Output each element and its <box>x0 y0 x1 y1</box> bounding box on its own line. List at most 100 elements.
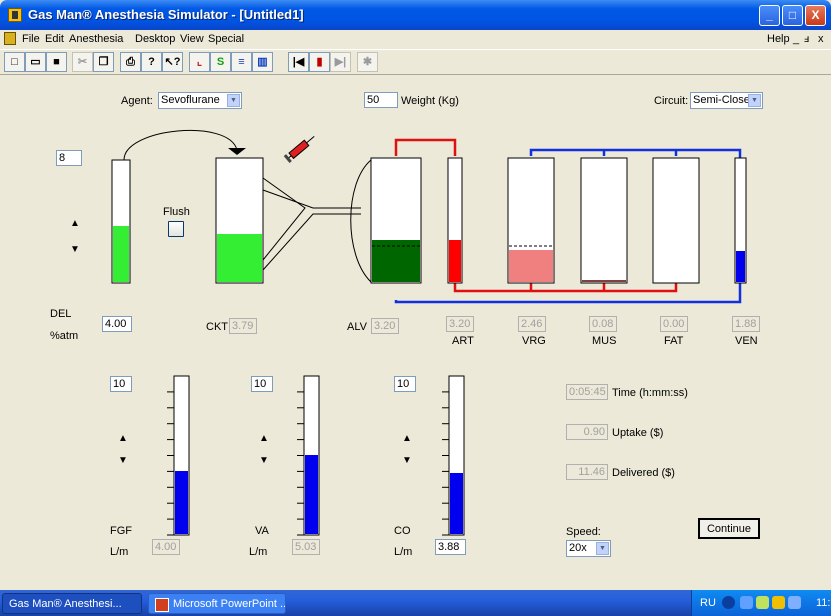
context-help-icon[interactable]: ↖? <box>162 52 183 72</box>
simulator-panel: Agent: Sevoflurane ▼ 50 Weight (Kg) Circ… <box>4 78 827 585</box>
del-label: DEL <box>50 308 72 320</box>
co-label: CO <box>394 525 411 537</box>
co-fill <box>450 473 463 534</box>
mdi-close-button[interactable]: x <box>818 33 824 45</box>
tray-app-icon[interactable] <box>756 596 769 609</box>
ven-value: 1.88 <box>732 316 760 332</box>
co-down-arrow-icon[interactable]: ▼ <box>400 455 414 467</box>
delivered-label: Delivered ($) <box>612 467 675 479</box>
circuit-select[interactable]: Semi-Closed ▼ <box>690 92 763 109</box>
art-value: 3.20 <box>446 316 474 332</box>
va-unit-label: L/m <box>249 546 268 558</box>
flush-label: Flush <box>163 206 190 218</box>
title-bar[interactable]: Gas Man® Anesthesia Simulator - [Untitle… <box>0 0 831 30</box>
open-icon[interactable]: ▭ <box>25 52 46 72</box>
mdi-minimize-button[interactable]: _ <box>793 33 799 45</box>
toolbar: □ ▭ ■ ✂ ❐ ⎙ ? ↖? ⌞ S ≡ ▥ |◀ ▮ ▶| ✱ <box>0 49 831 75</box>
pause-icon[interactable]: ▮ <box>309 52 330 72</box>
step-icon[interactable]: ▶| <box>330 52 351 72</box>
alv-label: ALV <box>347 321 367 333</box>
maximize-button[interactable]: □ <box>782 5 803 26</box>
menu-edit[interactable]: Edit <box>45 33 64 45</box>
document-icon[interactable] <box>4 32 16 45</box>
chevron-down-icon: ▼ <box>596 542 609 555</box>
fgf-up-arrow-icon[interactable]: ▲ <box>116 433 130 445</box>
ckt-label: CKT <box>206 321 228 333</box>
vaporizer-down-arrow-icon[interactable]: ▼ <box>68 244 82 256</box>
agent-select[interactable]: Sevoflurane ▼ <box>158 92 242 109</box>
fgf-label: FGF <box>110 525 132 537</box>
vaporizer-up-arrow-icon[interactable]: ▲ <box>68 218 82 230</box>
fat-value: 0.00 <box>660 316 688 332</box>
menu-help[interactable]: Help <box>767 33 790 45</box>
rewind-icon[interactable]: |◀ <box>288 52 309 72</box>
art-label: ART <box>452 335 474 347</box>
about-icon[interactable]: ? <box>141 52 162 72</box>
mdi-restore-button[interactable]: ⅎ <box>804 33 809 45</box>
network-icon[interactable] <box>722 596 735 609</box>
speed-select[interactable]: 20x ▼ <box>566 540 611 557</box>
chevron-down-icon: ▼ <box>748 94 761 107</box>
hose-arrow-icon <box>228 148 246 155</box>
chevron-down-icon: ▼ <box>227 94 240 107</box>
fgf-unit-label: L/m <box>110 546 129 558</box>
vrg-fill <box>509 250 553 282</box>
summary-icon[interactable]: S <box>210 52 231 72</box>
monitor-icon[interactable] <box>788 596 801 609</box>
menu-special[interactable]: Special <box>208 33 244 45</box>
new-icon[interactable]: □ <box>4 52 25 72</box>
speed-label: Speed: <box>566 526 601 538</box>
task-gas-man[interactable]: Gas Man® Anesthesi... <box>2 593 142 614</box>
continue-button[interactable]: Continue <box>698 518 760 539</box>
window-title: Gas Man® Anesthesia Simulator - [Untitle… <box>28 7 304 22</box>
circuit-label: Circuit: <box>654 95 689 107</box>
mus-label: MUS <box>592 335 617 347</box>
menu-anesthesia[interactable]: Anesthesia <box>69 33 123 45</box>
copy-icon[interactable]: ❐ <box>93 52 114 72</box>
fgf-setting-input[interactable]: 10 <box>110 376 132 392</box>
ven-label: VEN <box>735 335 758 347</box>
vaporizer-setting-input[interactable]: 8 <box>56 150 82 166</box>
overlay-icon[interactable]: ▥ <box>252 52 273 72</box>
syringe-icon[interactable] <box>283 133 317 163</box>
table-icon[interactable]: ≡ <box>231 52 252 72</box>
syringe-settings-icon[interactable]: ✱ <box>357 52 378 72</box>
language-indicator[interactable]: RU <box>700 597 716 609</box>
flush-button[interactable] <box>168 221 184 237</box>
uptake-label: Uptake ($) <box>612 427 664 439</box>
fat-label: FAT <box>664 335 684 347</box>
delivered-value: 11.46 <box>566 464 608 480</box>
save-icon[interactable]: ■ <box>46 52 67 72</box>
co-value[interactable]: 3.88 <box>435 539 466 555</box>
agent-label: Agent: <box>121 95 153 107</box>
co-up-arrow-icon[interactable]: ▲ <box>400 433 414 445</box>
cut-icon[interactable]: ✂ <box>72 52 93 72</box>
security-icon[interactable] <box>772 596 785 609</box>
del-value-field[interactable]: 4.00 <box>102 316 132 332</box>
close-button[interactable]: X <box>805 5 826 26</box>
fgf-down-arrow-icon[interactable]: ▼ <box>116 455 130 467</box>
circuit-value: Semi-Closed <box>693 94 756 106</box>
graph-icon[interactable]: ⌞ <box>189 52 210 72</box>
minimize-button[interactable]: _ <box>759 5 780 26</box>
y-piece-upper <box>262 189 361 209</box>
va-up-arrow-icon[interactable]: ▲ <box>257 433 271 445</box>
print-icon[interactable]: ⎙ <box>120 52 141 72</box>
menu-view[interactable]: View <box>180 33 204 45</box>
mus-column <box>580 157 628 284</box>
task-powerpoint[interactable]: Microsoft PowerPoint ... <box>148 593 286 614</box>
vrg-value: 2.46 <box>518 316 546 332</box>
volume-icon[interactable] <box>740 596 753 609</box>
va-gauge <box>297 375 320 536</box>
uptake-value: 0.90 <box>566 424 608 440</box>
co-unit-label: L/m <box>394 546 413 558</box>
time-value: 0:05:45 <box>566 384 608 400</box>
alv-value: 3.20 <box>371 318 399 334</box>
weight-input[interactable]: 50 <box>364 92 398 108</box>
menu-desktop[interactable]: Desktop <box>135 33 175 45</box>
time-label: Time (h:mm:ss) <box>612 387 688 399</box>
va-down-arrow-icon[interactable]: ▼ <box>257 455 271 467</box>
co-setting-input[interactable]: 10 <box>394 376 416 392</box>
menu-file[interactable]: File <box>22 33 40 45</box>
va-setting-input[interactable]: 10 <box>251 376 273 392</box>
